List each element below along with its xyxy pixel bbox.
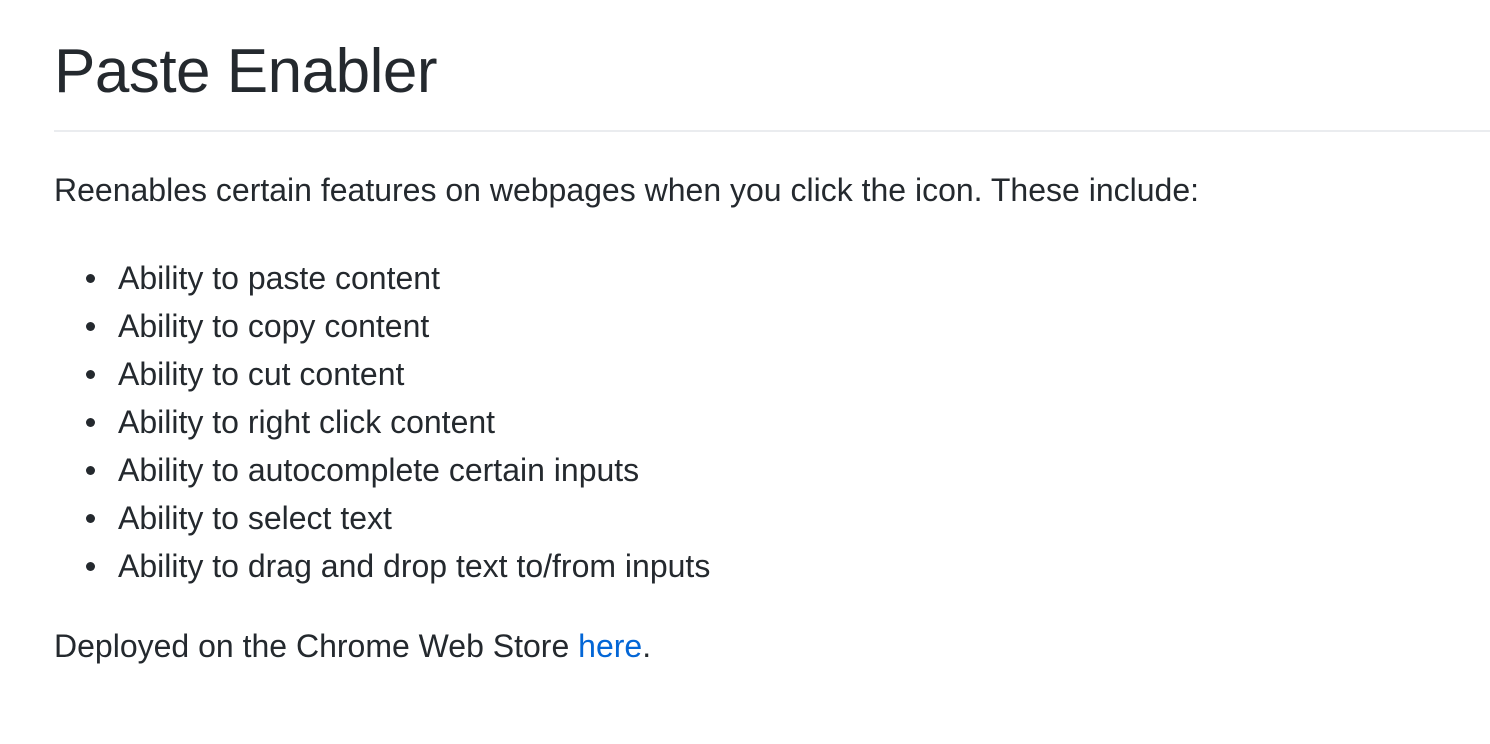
- feature-label: Ability to select text: [118, 500, 392, 536]
- feature-list: Ability to paste content Ability to copy…: [54, 250, 1490, 594]
- deploy-text: Deployed on the Chrome Web Store here.: [54, 626, 1490, 666]
- readme-content: Paste Enabler Reenables certain features…: [54, 0, 1490, 666]
- feature-label: Ability to drag and drop text to/from in…: [118, 548, 711, 584]
- bullet-icon: [86, 466, 95, 475]
- bullet-icon: [86, 418, 95, 427]
- feature-label: Ability to autocomplete certain inputs: [118, 452, 640, 488]
- list-item: Ability to drag and drop text to/from in…: [54, 538, 1490, 594]
- bullet-icon: [86, 322, 95, 331]
- bullet-icon: [86, 514, 95, 523]
- feature-label: Ability to cut content: [118, 356, 405, 392]
- bullet-icon: [86, 274, 95, 283]
- bullet-icon: [86, 370, 95, 379]
- feature-label: Ability to paste content: [118, 260, 440, 296]
- intro-text: Reenables certain features on webpages w…: [54, 172, 1199, 208]
- page-title: Paste Enabler: [54, 37, 437, 106]
- title-divider: [54, 130, 1490, 132]
- deploy-prefix: Deployed on the Chrome Web Store: [54, 628, 579, 664]
- feature-label: Ability to copy content: [118, 308, 430, 344]
- deploy-suffix: .: [642, 628, 652, 664]
- chrome-web-store-link[interactable]: here: [578, 628, 642, 664]
- bullet-icon: [86, 562, 95, 571]
- feature-label: Ability to right click content: [118, 404, 496, 440]
